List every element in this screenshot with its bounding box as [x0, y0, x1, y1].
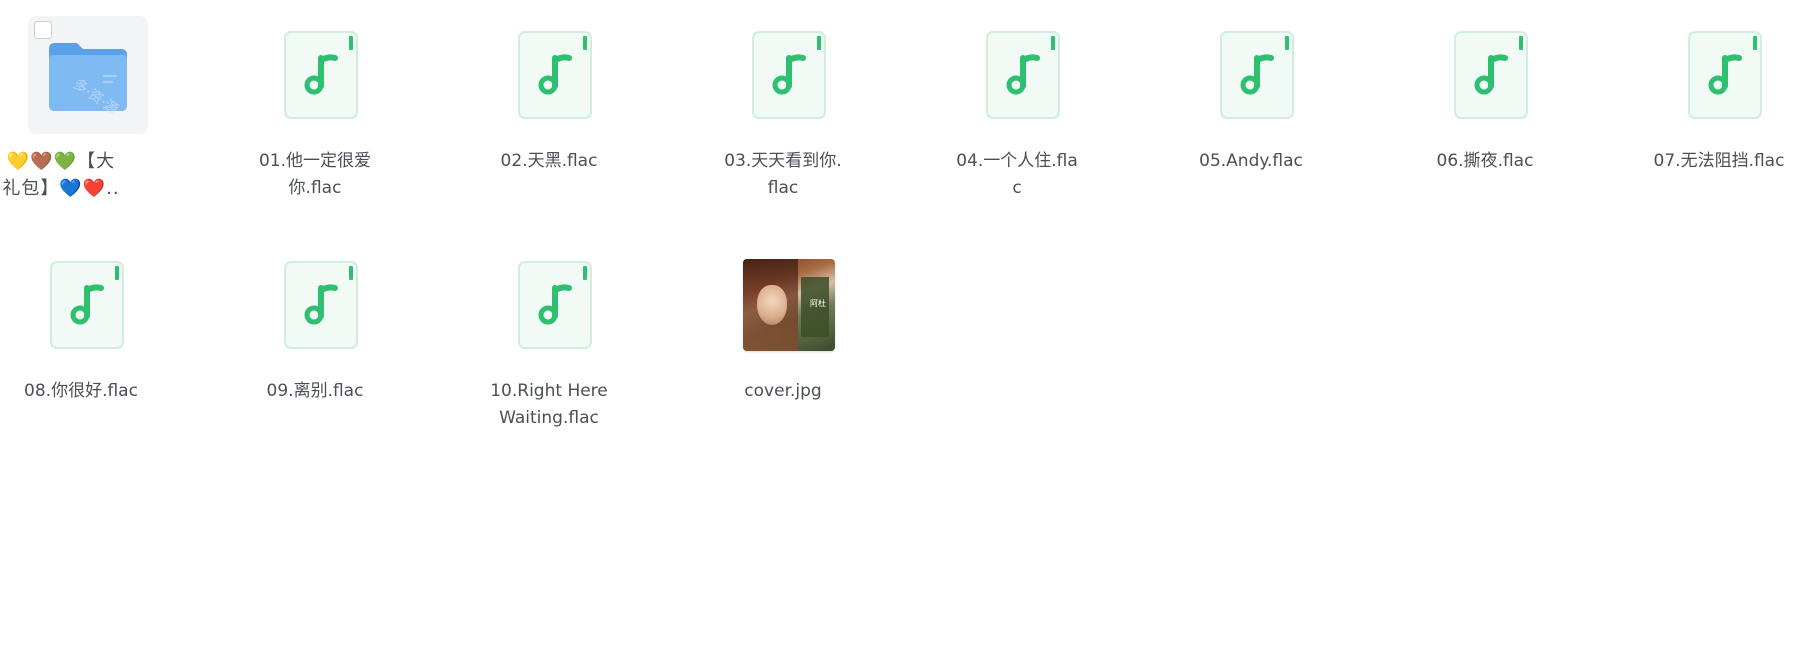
audio-thumbnail [1665, 16, 1785, 134]
file-name: cover.jpg [744, 381, 822, 401]
image-thumbnail: 阿杜 [729, 246, 849, 364]
photo-face [757, 285, 787, 325]
audio-thumbnail [261, 16, 381, 134]
file-tile-audio[interactable]: 09.离别.flac [240, 230, 390, 440]
select-checkbox[interactable] [34, 21, 52, 39]
file-name: 09.离别.flac [266, 381, 364, 401]
file-tile-audio[interactable]: 06.撕夜.flac [1410, 0, 1560, 210]
photo-label: 阿杜 [810, 299, 826, 308]
music-note-icon [517, 30, 593, 120]
music-note-icon [283, 260, 359, 350]
file-name: 06.撕夜.flac [1436, 151, 1534, 171]
audio-thumbnail [27, 246, 147, 364]
file-tile-audio[interactable]: 07.无法阻挡.flac [1644, 0, 1794, 210]
file-name: 05.Andy.flac [1199, 151, 1303, 171]
file-tile-image[interactable]: 阿杜 cover.jpg [708, 230, 858, 440]
file-name: 07.无法阻挡.flac [1653, 151, 1785, 171]
file-tile-audio[interactable]: 05.Andy.flac [1176, 0, 1326, 210]
music-note-icon [985, 30, 1061, 120]
file-name: 08.你很好.flac [24, 381, 138, 401]
file-name: 03.天天看到你.flac [724, 151, 842, 198]
music-note-icon [49, 260, 125, 350]
audio-thumbnail [495, 246, 615, 364]
folder-icon: 多·资·源 [45, 35, 131, 115]
file-tile-audio[interactable]: 03.天天看到你.flac [708, 0, 858, 210]
audio-thumbnail [729, 16, 849, 134]
audio-thumbnail [1197, 16, 1317, 134]
file-tile-audio[interactable]: 04.一个人住.flac [942, 0, 1092, 210]
music-note-icon [1219, 30, 1295, 120]
audio-thumbnail [261, 246, 381, 364]
music-note-icon [283, 30, 359, 120]
file-name: 💛🤎💚【大礼包】💙❤️.. [2, 151, 120, 199]
audio-thumbnail [1431, 16, 1551, 134]
file-tile-audio[interactable]: 08.你很好.flac [6, 230, 156, 440]
file-tile-audio[interactable]: 10.Right Here Waiting.flac [474, 230, 624, 440]
file-name: 10.Right Here Waiting.flac [490, 381, 608, 428]
cover-photo: 阿杜 [743, 259, 835, 351]
music-note-icon [1453, 30, 1529, 120]
file-name: 01.他一定很爱你.flac [258, 151, 372, 198]
music-note-icon [751, 30, 827, 120]
file-tile-folder[interactable]: 多·资·源 💛🤎💚【大礼包】💙❤️.. [2, 0, 157, 210]
file-name: 02.天黑.flac [500, 151, 598, 171]
music-note-icon [1687, 30, 1763, 120]
file-tile-audio[interactable]: 02.天黑.flac [474, 0, 624, 210]
music-note-icon [517, 260, 593, 350]
file-name: 04.一个人住.flac [956, 151, 1078, 198]
audio-thumbnail [495, 16, 615, 134]
file-tile-audio[interactable]: 01.他一定很爱你.flac [240, 0, 390, 210]
file-grid: 多·资·源 💛🤎💚【大礼包】💙❤️.. 01.他一定很爱你.flac 02.天黑… [0, 0, 1794, 651]
audio-thumbnail [963, 16, 1083, 134]
